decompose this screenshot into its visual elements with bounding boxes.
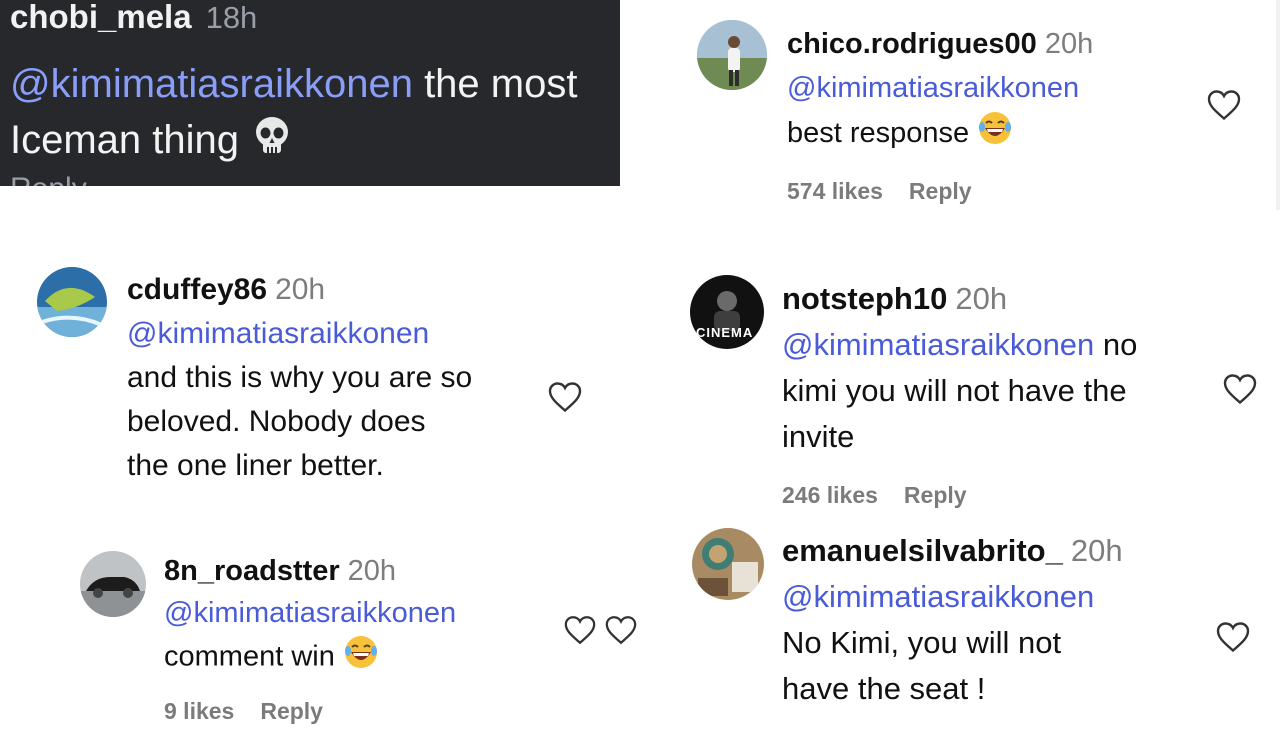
mention-link[interactable]: @kimimatiasraikkonen [164, 592, 554, 634]
comment-meta: 9 likes Reply [164, 690, 554, 732]
avatar-text: CINEMA [696, 325, 754, 340]
comment-line: have the seat ! [782, 671, 986, 706]
comment-time: 20h [275, 273, 326, 306]
comment-time: 20h [1044, 28, 1094, 60]
comment-username[interactable]: chico.rodrigues00 [787, 28, 1037, 60]
likes-count[interactable]: 9 likes [164, 698, 234, 724]
comment-username[interactable]: 8n_roadstter [164, 555, 340, 587]
avatar-chico[interactable] [697, 20, 767, 90]
avatar-8n-roadstter[interactable] [80, 551, 146, 617]
comment-username[interactable]: chobi_mela 18h [10, 0, 257, 36]
divider [1276, 0, 1280, 210]
avatar-cduffey[interactable] [37, 267, 107, 337]
comment-line: invite [782, 419, 855, 454]
comment-meta: 574 likes Reply [787, 169, 1207, 213]
comment-dark-chobi: chobi_mela 18h @kimimatiasraikkonen the m… [0, 0, 620, 186]
comment-line: and this is why you are so [127, 361, 473, 394]
comment-username[interactable]: notsteph10 [782, 281, 947, 316]
reply-link-cut[interactable]: Reply [10, 172, 87, 186]
avatar-emanuelsilvabrito[interactable] [692, 528, 764, 600]
mention-link[interactable]: @kimimatiasraikkonen [782, 574, 1212, 620]
mention-link[interactable]: @kimimatiasraikkonen [10, 62, 413, 106]
username-text[interactable]: chobi_mela [10, 0, 192, 35]
reply-link[interactable]: Reply [909, 178, 972, 204]
comment-chico: chico.rodrigues00 20h @kimimatiasraikkone… [787, 22, 1207, 213]
likes-count[interactable]: 246 likes [782, 482, 878, 508]
comment-username[interactable]: cduffey86 [127, 273, 267, 306]
reply-link[interactable]: Reply [260, 698, 323, 724]
comment-line: No Kimi, you will not [782, 625, 1062, 660]
likes-count[interactable]: 574 likes [787, 178, 883, 204]
mention-link[interactable]: @kimimatiasraikkonen [782, 327, 1094, 362]
heart-outline-icon[interactable] [547, 380, 583, 419]
comment-time: 20h [1070, 533, 1123, 568]
comment-time: 20h [955, 281, 1008, 316]
mention-link[interactable]: @kimimatiasraikkonen [127, 312, 537, 356]
avatar-notsteph10[interactable]: CINEMA [690, 275, 764, 349]
comment-emanuelsilvabrito: emanuelsilvabrito_ 20h @kimimatiasraikkon… [782, 528, 1212, 712]
comment-line: kimi you will not have the [782, 373, 1127, 408]
comment-body: comment win [164, 634, 554, 682]
heart-outline-icon[interactable] [1206, 88, 1242, 127]
comment-line: beloved. Nobody does [127, 405, 426, 438]
comment-cduffey: cduffey86 20h @kimimatiasraikkonen and th… [127, 268, 537, 488]
comment-text: @kimimatiasraikkonen the most Iceman thi… [10, 56, 610, 172]
comment-notsteph10: notsteph10 20h @kimimatiasraikkonen no ki… [782, 276, 1212, 518]
comment-meta: 246 likes Reply [782, 472, 1212, 518]
comment-username[interactable]: emanuelsilvabrito_ [782, 533, 1063, 568]
comment-body: best response [787, 110, 1207, 159]
skull-emoji [250, 113, 294, 172]
panel-gap [0, 186, 620, 210]
laughing-emoji [343, 634, 379, 682]
heart-outline-icon[interactable] [1215, 620, 1251, 659]
comment-time: 18h [205, 0, 258, 35]
heart-outline-icon[interactable] [604, 614, 638, 651]
comment-body: no [1094, 327, 1138, 362]
comment-line: the one liner better. [127, 449, 384, 482]
comment-time: 20h [347, 555, 397, 587]
reply-link[interactable]: Reply [904, 482, 967, 508]
laughing-emoji [977, 110, 1013, 159]
comment-8n-roadstter: 8n_roadstter 20h @kimimatiasraikkonen com… [164, 550, 554, 732]
heart-outline-icon[interactable] [1222, 372, 1258, 411]
heart-outline-icon[interactable] [563, 614, 597, 651]
mention-link[interactable]: @kimimatiasraikkonen [787, 66, 1207, 110]
